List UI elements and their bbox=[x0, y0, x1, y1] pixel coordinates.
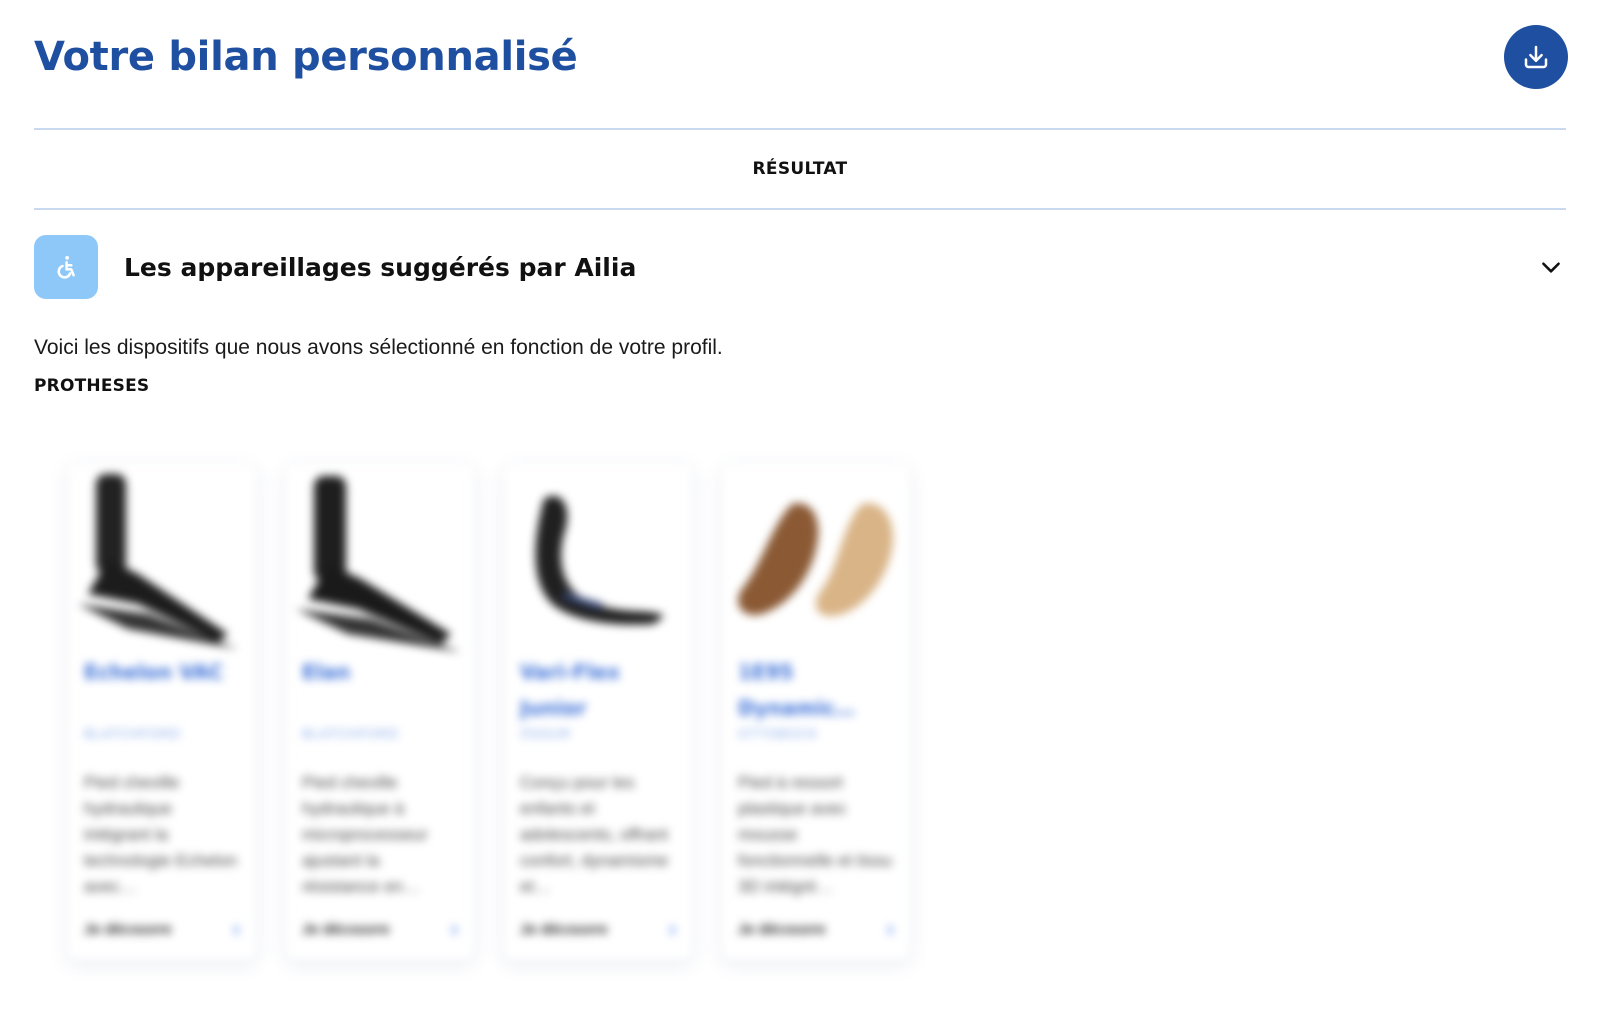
product-description: Conçu pour les enfants et adolescents, o… bbox=[520, 773, 669, 896]
product-name[interactable]: Elan bbox=[302, 654, 458, 726]
chevron-right-icon: › bbox=[668, 916, 676, 941]
page: Votre bilan personnalisé RÉSULTAT Les ap… bbox=[0, 0, 1600, 1016]
product-brand: ÖSSUR bbox=[520, 726, 572, 741]
product-description: Pied cheville hydraulique à microprocess… bbox=[302, 773, 428, 896]
product-cards: Echelon VAC BLATCHFORD Pied cheville hyd… bbox=[68, 464, 1566, 960]
accordion-icon-badge bbox=[34, 235, 98, 299]
tab-bar: RÉSULTAT bbox=[34, 130, 1566, 208]
discover-link[interactable]: Je découvre › bbox=[520, 916, 676, 942]
product-description: Pied cheville hydraulique intégrant la t… bbox=[84, 773, 238, 896]
intro-text: Voici les dispositifs que nous avons sél… bbox=[34, 336, 723, 359]
product-card[interactable]: Echelon VAC BLATCHFORD Pied cheville hyd… bbox=[68, 464, 256, 960]
tab-resultat[interactable]: RÉSULTAT bbox=[753, 159, 848, 179]
discover-link[interactable]: Je découvre › bbox=[302, 916, 458, 942]
product-card[interactable]: Elan BLATCHFORD Pied cheville hydrauliqu… bbox=[286, 464, 474, 960]
accessibility-icon bbox=[57, 256, 75, 279]
product-image bbox=[286, 464, 474, 654]
discover-link-label: Je découvre bbox=[520, 920, 608, 938]
product-name[interactable]: 1E95 Dynamic… bbox=[738, 654, 894, 726]
discover-link-label: Je découvre bbox=[84, 920, 172, 938]
product-card[interactable]: Vari-Flex Junior ÖSSUR Conçu pour les en… bbox=[504, 464, 692, 960]
product-brand: OTTOBOCK bbox=[738, 726, 819, 741]
discover-link-label: Je découvre bbox=[738, 920, 826, 938]
discover-link[interactable]: Je découvre › bbox=[84, 916, 240, 942]
product-description: Pied à ressort plastique avec mousse fon… bbox=[738, 773, 893, 896]
section-label: PROTHESES bbox=[34, 376, 150, 396]
product-image bbox=[504, 464, 692, 654]
download-icon bbox=[1524, 45, 1548, 69]
accordion-title: Les appareillages suggérés par Ailia bbox=[124, 252, 637, 282]
product-brand: BLATCHFORD bbox=[302, 726, 400, 741]
chevron-right-icon: › bbox=[886, 916, 894, 941]
chevron-right-icon: › bbox=[232, 916, 240, 941]
discover-link[interactable]: Je découvre › bbox=[738, 916, 894, 942]
download-button[interactable] bbox=[1504, 25, 1568, 89]
product-brand: BLATCHFORD bbox=[84, 726, 182, 741]
product-image bbox=[68, 464, 256, 654]
discover-link-label: Je découvre bbox=[302, 920, 390, 938]
page-title: Votre bilan personnalisé bbox=[34, 34, 578, 80]
product-card[interactable]: 1E95 Dynamic… OTTOBOCK Pied à ressort pl… bbox=[722, 464, 910, 960]
header: Votre bilan personnalisé bbox=[34, 0, 1568, 128]
accordion-header[interactable]: Les appareillages suggérés par Ailia bbox=[34, 210, 1566, 324]
product-name[interactable]: Echelon VAC bbox=[84, 654, 240, 726]
chevron-down-icon[interactable] bbox=[1538, 254, 1564, 280]
chevron-right-icon: › bbox=[450, 916, 458, 941]
product-image bbox=[722, 464, 910, 654]
product-name[interactable]: Vari-Flex Junior bbox=[520, 654, 676, 726]
